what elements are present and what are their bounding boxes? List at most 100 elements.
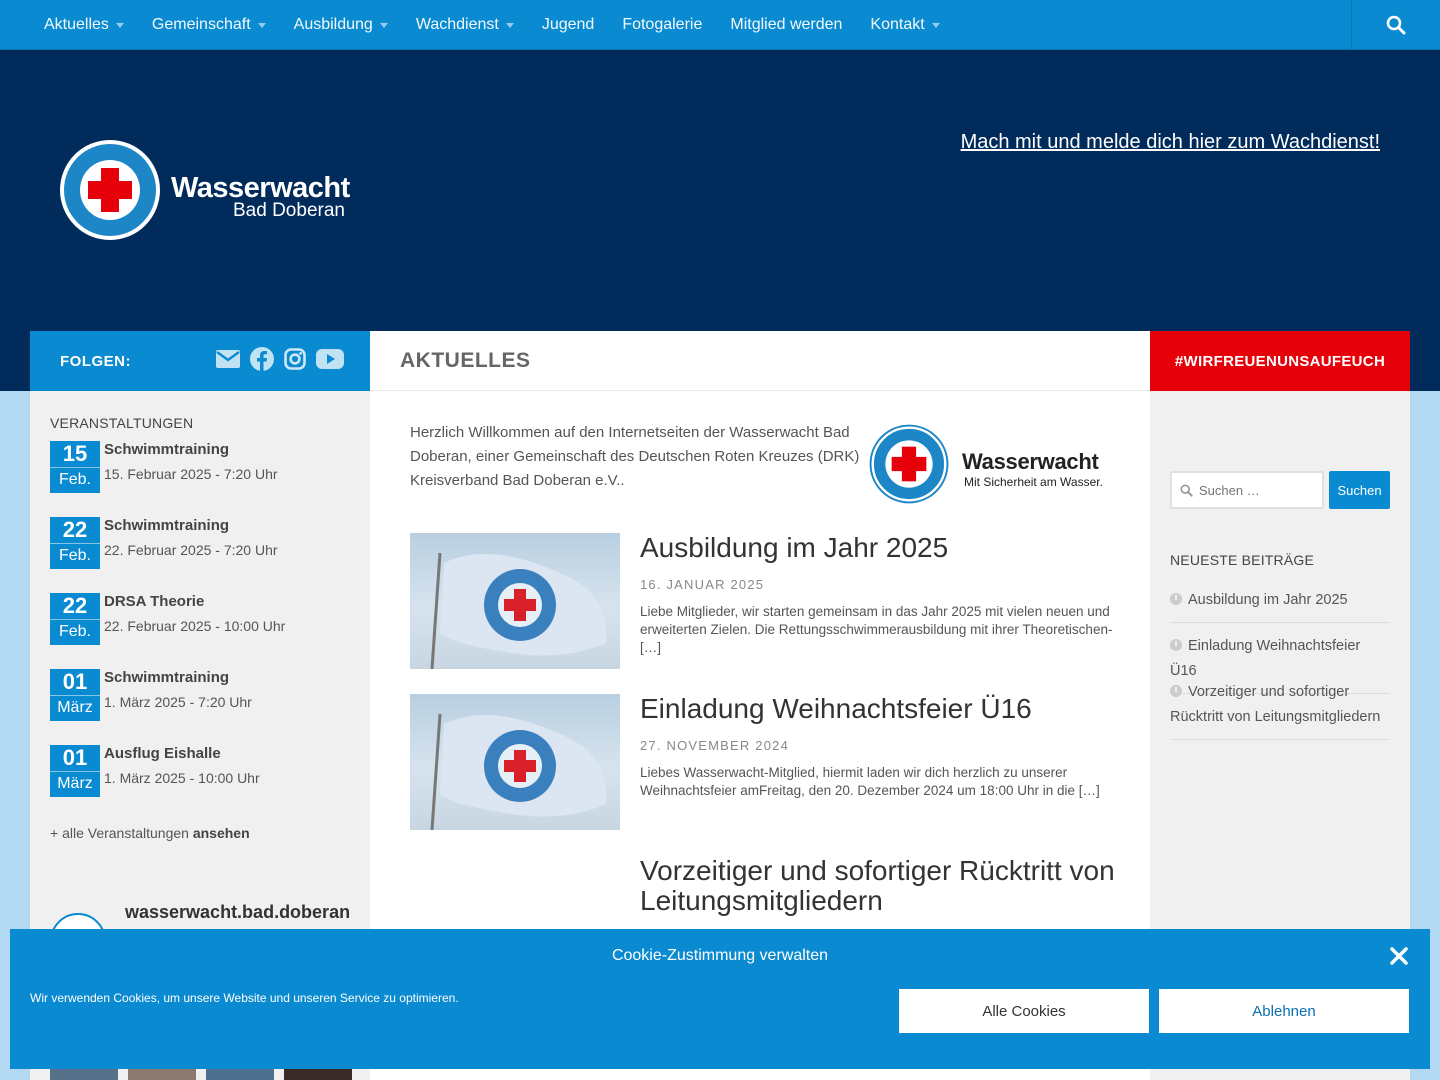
- post-card: Einladung Weihnachtsfeier Ü16 27. NOVEMB…: [410, 694, 1120, 834]
- recent-posts-heading: NEUESTE BEITRÄGE: [1170, 552, 1315, 568]
- chevron-down-icon: [505, 23, 514, 28]
- cookie-title: Cookie-Zustimmung verwalten: [611, 947, 829, 964]
- drk-emblem-icon: [869, 424, 949, 504]
- post-title[interactable]: Ausbildung im Jahr 2025: [640, 533, 948, 563]
- nav-item-aktuelles[interactable]: Aktuelles: [30, 0, 138, 50]
- post-thumbnail[interactable]: [410, 694, 620, 830]
- page-title-bar: AKTUELLES: [370, 331, 1150, 391]
- nav-item-wachdienst[interactable]: Wachdienst: [402, 0, 528, 50]
- event-date-badge: 22 Feb.: [50, 517, 100, 569]
- event-title[interactable]: Ausflug Eishalle: [104, 745, 221, 762]
- nav-item-kontakt[interactable]: Kontakt: [856, 0, 953, 50]
- hashtag-label: #WIRFREUENUNSAUFEUCH: [1174, 352, 1386, 370]
- post-card: Ausbildung im Jahr 2025 16. JANUAR 2025 …: [410, 533, 1120, 673]
- logo-subtitle: Bad Doberan: [233, 200, 345, 221]
- chevron-down-icon: [379, 23, 388, 28]
- chevron-down-icon: [931, 23, 940, 28]
- recent-post-link[interactable]: Ausbildung im Jahr 2025: [1170, 588, 1390, 623]
- chevron-down-icon: [257, 23, 266, 28]
- event-title[interactable]: Schwimmtraining: [104, 517, 229, 534]
- all-events-prefix: + alle Veranstaltungen: [50, 825, 189, 841]
- event-title[interactable]: DRSA Theorie: [104, 593, 204, 610]
- event-date-badge: 01 März: [50, 745, 100, 797]
- instagram-account-name[interactable]: wasserwacht.bad.doberan: [125, 902, 350, 923]
- clock-icon: [1170, 593, 1182, 605]
- cookie-consent-banner: Cookie-Zustimmung verwalten Wir verwende…: [10, 929, 1430, 1069]
- recent-post-title: Einladung Weihnachtsfeier Ü16: [1170, 638, 1361, 679]
- recent-post-title: Ausbildung im Jahr 2025: [1188, 592, 1348, 608]
- post-excerpt: Liebe Mitglieder, wir starten gemeinsam …: [640, 604, 1113, 655]
- site-logo[interactable]: Wasserwacht Bad Doberan: [58, 138, 368, 244]
- event-title[interactable]: Schwimmtraining: [104, 441, 229, 458]
- drk-flag-icon: [430, 552, 607, 669]
- event-datetime: 1. März 2025 - 10:00 Uhr: [104, 770, 260, 786]
- nav-item-jugend[interactable]: Jugend: [528, 0, 609, 50]
- chevron-down-icon: [115, 23, 124, 28]
- nav-item-fotogalerie[interactable]: Fotogalerie: [608, 0, 716, 50]
- clock-icon: [1170, 685, 1182, 697]
- drk-flag-icon: [430, 713, 607, 830]
- intro-logo-title: Wasserwacht: [962, 449, 1099, 474]
- follow-label: FOLGEN:: [60, 352, 131, 370]
- event-item[interactable]: 22 Feb. Schwimmtraining 22. Februar 2025 …: [50, 517, 350, 569]
- page-title: AKTUELLES: [400, 348, 531, 372]
- post-title[interactable]: Vorzeitiger und sofortiger Rücktritt von…: [640, 856, 1115, 916]
- search-button[interactable]: Suchen: [1329, 471, 1390, 509]
- post-date: 27. NOVEMBER 2024: [640, 738, 790, 753]
- events-heading: VERANSTALTUNGEN: [50, 415, 194, 431]
- accept-all-cookies-button[interactable]: Alle Cookies: [899, 989, 1149, 1033]
- event-item[interactable]: 22 Feb. DRSA Theorie 22. Februar 2025 - 1…: [50, 593, 350, 645]
- nav-item-gemeinschaft[interactable]: Gemeinschaft: [138, 0, 280, 50]
- close-icon: [1390, 947, 1408, 965]
- event-datetime: 15. Februar 2025 - 7:20 Uhr: [104, 466, 278, 482]
- nav-label: Gemeinschaft: [151, 15, 251, 33]
- event-day: 22: [50, 517, 100, 544]
- wasserwacht-logo: Wasserwacht Mit Sicherheit am Wasser.: [868, 423, 1113, 505]
- recent-post-title: Vorzeitiger und sofortiger Rücktritt von…: [1170, 684, 1381, 725]
- recent-post-link[interactable]: Vorzeitiger und sofortiger Rücktritt von…: [1170, 680, 1390, 740]
- event-item[interactable]: 01 März Schwimmtraining 1. März 2025 - 7:…: [50, 669, 350, 721]
- event-month: Feb.: [58, 547, 91, 564]
- nav-item-mitglied-werden[interactable]: Mitglied werden: [716, 0, 856, 50]
- search-input[interactable]: [1199, 482, 1319, 498]
- event-item[interactable]: 01 März Ausflug Eishalle 1. März 2025 - 1…: [50, 745, 350, 797]
- nav-item-ausbildung[interactable]: Ausbildung: [280, 0, 402, 50]
- instagram-icon[interactable]: [284, 348, 306, 370]
- clock-icon: [1170, 639, 1182, 651]
- event-month: Feb.: [58, 471, 91, 488]
- social-links: [216, 347, 344, 371]
- event-title[interactable]: Schwimmtraining: [104, 669, 229, 686]
- event-month: März: [57, 699, 93, 716]
- email-icon[interactable]: [216, 350, 240, 368]
- nav-label: Fotogalerie: [622, 15, 703, 33]
- intro-logo-subtitle: Mit Sicherheit am Wasser.: [964, 475, 1103, 489]
- post-title[interactable]: Einladung Weihnachtsfeier Ü16: [640, 694, 1032, 724]
- nav-search-button[interactable]: [1351, 0, 1440, 50]
- post-title-line: Vorzeitiger und sofortiger Rücktritt von: [640, 855, 1115, 886]
- post-thumbnail[interactable]: [410, 533, 620, 669]
- nav-label: Kontakt: [870, 15, 925, 33]
- follow-bar: FOLGEN:: [30, 331, 370, 391]
- nav-label: Mitglied werden: [730, 15, 843, 33]
- event-date-badge: 01 März: [50, 669, 100, 721]
- cookie-close-button[interactable]: [1388, 945, 1410, 967]
- nav-label: Jugend: [541, 15, 595, 33]
- sidebar-search-field[interactable]: [1170, 471, 1324, 509]
- post-excerpt: Liebes Wasserwacht-Mitglied, hiermit lad…: [640, 765, 1100, 798]
- nav-label: Ausbildung: [293, 15, 373, 33]
- event-month: März: [57, 775, 93, 792]
- event-item[interactable]: 15 Feb. Schwimmtraining 15. Februar 2025 …: [50, 441, 350, 493]
- facebook-icon[interactable]: [250, 347, 274, 371]
- event-day: 01: [50, 745, 100, 772]
- event-datetime: 1. März 2025 - 7:20 Uhr: [104, 694, 252, 710]
- all-events-link[interactable]: + alle Veranstaltungen ansehen: [50, 825, 250, 841]
- event-datetime: 22. Februar 2025 - 7:20 Uhr: [104, 542, 278, 558]
- youtube-icon[interactable]: [316, 349, 344, 369]
- event-date-badge: 15 Feb.: [50, 441, 100, 493]
- deny-cookies-button[interactable]: Ablehnen: [1159, 989, 1409, 1033]
- event-datetime: 22. Februar 2025 - 10:00 Uhr: [104, 618, 286, 634]
- search-icon: [1180, 483, 1193, 497]
- wachdienst-signup-link[interactable]: Mach mit und melde dich hier zum Wachdie…: [961, 131, 1380, 154]
- post-date: 16. JANUAR 2025: [640, 577, 765, 592]
- cookie-text: Wir verwenden Cookies, um unsere Website…: [30, 991, 459, 1005]
